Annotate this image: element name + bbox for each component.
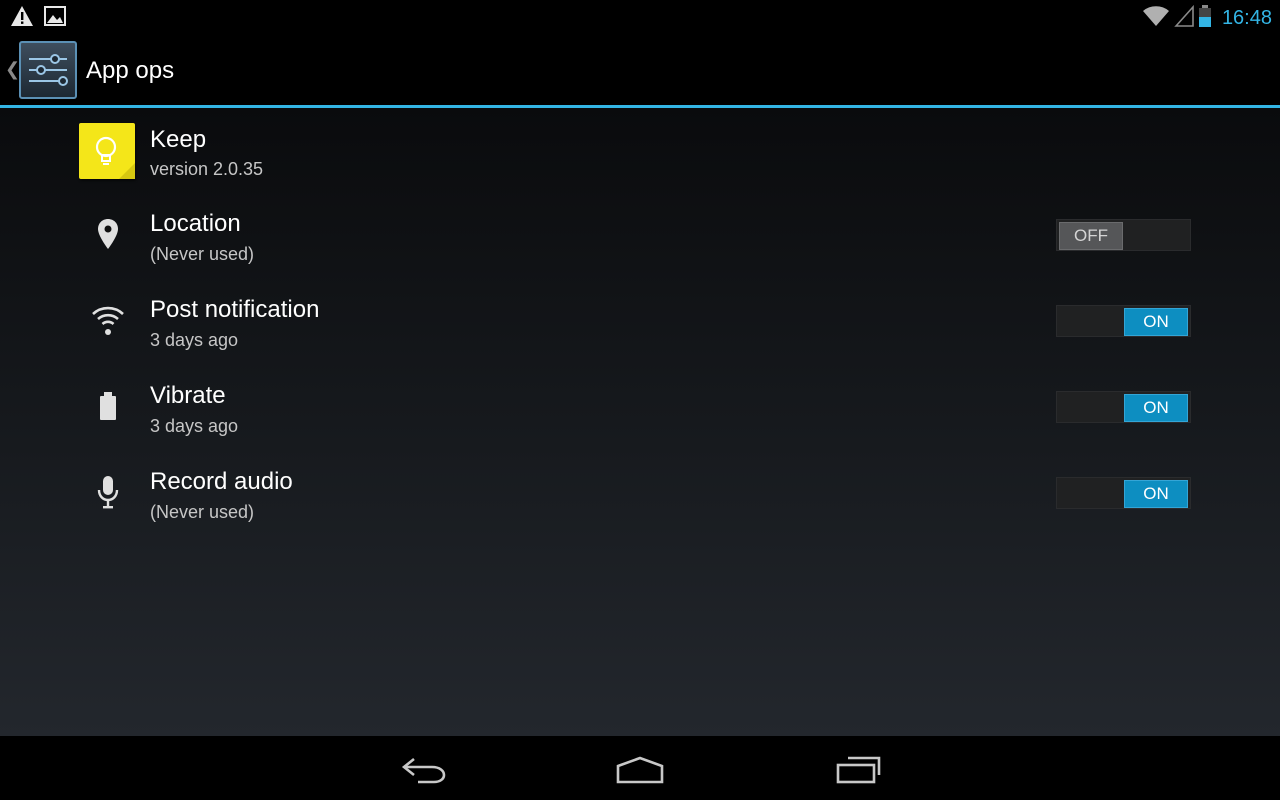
location-toggle[interactable]: OFF	[1056, 219, 1191, 251]
keep-lightbulb-icon	[79, 123, 135, 179]
up-caret-icon[interactable]: ❮	[5, 59, 20, 80]
op-title: Post notification	[150, 296, 320, 323]
op-title: Vibrate	[150, 382, 226, 409]
settings-sliders-icon[interactable]	[19, 41, 77, 99]
toggle-thumb: ON	[1124, 394, 1188, 422]
op-row-post-notification: Post notification 3 days ago ON	[0, 278, 1280, 364]
op-last-used: (Never used)	[150, 244, 255, 264]
action-bar: ❮ App ops	[0, 33, 1280, 108]
vibrate-toggle[interactable]: ON	[1056, 391, 1191, 423]
op-last-used: (Never used)	[150, 502, 255, 522]
home-icon[interactable]	[610, 750, 670, 790]
page-title: App ops	[86, 57, 175, 84]
op-row-location: Location (Never used) OFF	[0, 192, 1280, 278]
app-header: Keep version 2.0.35	[0, 108, 1280, 192]
navigation-bar	[0, 736, 1280, 800]
location-pin-icon	[88, 214, 128, 254]
wifi-notification-icon	[88, 300, 128, 340]
notification-icons	[10, 5, 66, 32]
status-bar: 16:48	[0, 0, 1280, 33]
app-name: Keep	[150, 126, 207, 153]
app-ops-content: Keep version 2.0.35 Location (Never used…	[0, 108, 1280, 736]
microphone-icon	[88, 472, 128, 512]
warning-icon	[10, 5, 34, 32]
toggle-thumb: ON	[1124, 480, 1188, 508]
toggle-thumb: OFF	[1059, 222, 1123, 250]
toggle-thumb: ON	[1124, 308, 1188, 336]
op-last-used: 3 days ago	[150, 330, 239, 350]
cell-signal-icon	[1174, 4, 1194, 32]
battery-icon	[1198, 4, 1212, 33]
op-row-vibrate: Vibrate 3 days ago ON	[0, 364, 1280, 450]
op-last-used: 3 days ago	[150, 416, 239, 436]
back-icon[interactable]	[394, 750, 454, 790]
op-row-record-audio: Record audio (Never used) ON	[0, 450, 1280, 536]
battery-vibrate-icon	[88, 386, 128, 426]
wifi-icon	[1142, 5, 1170, 32]
system-icons: 16:48	[1142, 4, 1272, 33]
post-notification-toggle[interactable]: ON	[1056, 305, 1191, 337]
op-title: Record audio	[150, 468, 293, 495]
app-version: version 2.0.35	[150, 159, 264, 179]
image-icon	[44, 6, 66, 31]
op-title: Location	[150, 210, 241, 237]
record-audio-toggle[interactable]: ON	[1056, 477, 1191, 509]
recents-icon[interactable]	[828, 750, 888, 790]
clock: 16:48	[1221, 7, 1272, 29]
